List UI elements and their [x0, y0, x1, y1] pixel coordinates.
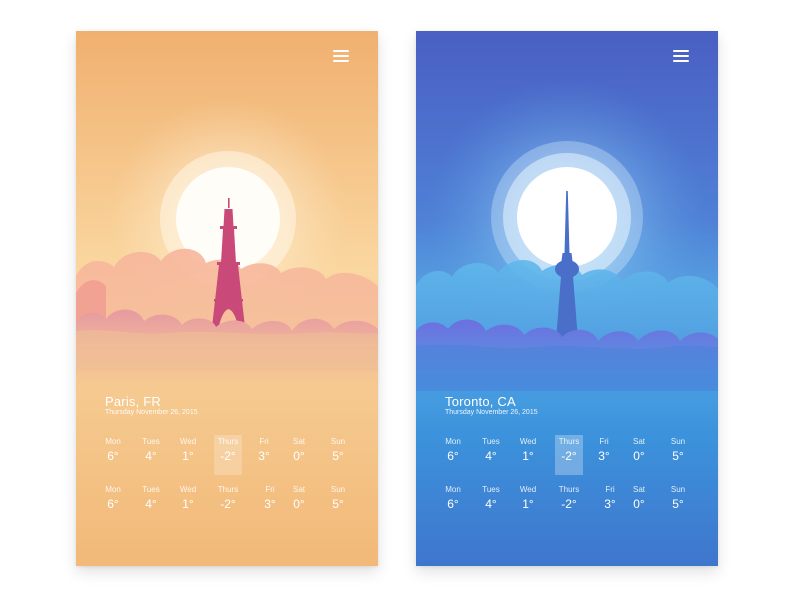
- day-label: Mon: [445, 437, 461, 446]
- day-label: Wed: [519, 485, 537, 494]
- forecast-day[interactable]: Wed 1°: [174, 483, 202, 517]
- day-label: Tues: [482, 437, 500, 446]
- day-label: Thurs: [558, 485, 580, 494]
- day-temperature: 4°: [145, 497, 157, 511]
- forecast-day[interactable]: Sat 0°: [625, 483, 653, 517]
- weather-card-paris: Paris, FR Thursday November 26, 2015 Mon…: [76, 31, 378, 566]
- day-temperature: 6°: [447, 449, 459, 463]
- forecast-day[interactable]: Mon 6°: [99, 435, 127, 475]
- day-temperature: 1°: [522, 449, 534, 463]
- day-label: Mon: [445, 485, 461, 494]
- day-label: Wed: [179, 437, 197, 446]
- day-temperature: 1°: [522, 497, 534, 511]
- day-temperature: 1°: [182, 449, 194, 463]
- forecast-day[interactable]: Sat 0°: [625, 435, 653, 475]
- forecast-day[interactable]: Fri 3°: [590, 435, 618, 475]
- day-temperature: -2°: [561, 497, 577, 511]
- day-temperature: 0°: [293, 449, 305, 463]
- day-label: Sat: [292, 485, 305, 494]
- forecast-day[interactable]: Sun 5°: [324, 483, 352, 517]
- day-temperature: 6°: [447, 497, 459, 511]
- day-label: Sun: [670, 485, 686, 494]
- day-temperature: 4°: [485, 497, 497, 511]
- day-temperature: -2°: [561, 449, 577, 463]
- forecast-day[interactable]: Mon 6°: [439, 435, 467, 475]
- day-temperature: 5°: [332, 497, 344, 511]
- menu-button[interactable]: [666, 47, 696, 67]
- forecast-day[interactable]: Thurs -2°: [214, 483, 242, 517]
- forecast-day[interactable]: Sat 0°: [285, 483, 313, 517]
- day-temperature: 0°: [633, 497, 645, 511]
- day-label: Mon: [105, 437, 121, 446]
- current-date: Thursday November 26, 2015: [105, 409, 198, 416]
- day-temperature: 5°: [672, 497, 684, 511]
- day-temperature: 3°: [264, 497, 276, 511]
- day-label: Tues: [142, 485, 160, 494]
- day-label: Thurs: [217, 485, 239, 494]
- forecast-day[interactable]: Mon 6°: [99, 483, 127, 517]
- day-temperature: 6°: [107, 497, 119, 511]
- day-temperature: 1°: [182, 497, 194, 511]
- day-temperature: -2°: [220, 497, 236, 511]
- forecast-day-selected[interactable]: Thurs -2°: [214, 435, 242, 475]
- day-temperature: 0°: [293, 497, 305, 511]
- day-label: Sat: [292, 437, 305, 446]
- day-label: Sat: [632, 437, 645, 446]
- day-temperature: 6°: [107, 449, 119, 463]
- day-label: Fri: [605, 485, 615, 494]
- day-label: Sun: [330, 485, 346, 494]
- weather-card-toronto: Toronto, CA Thursday November 26, 2015 M…: [416, 31, 718, 566]
- forecast-day[interactable]: Tues 4°: [477, 483, 505, 517]
- menu-button[interactable]: [326, 47, 356, 67]
- forecast-day[interactable]: Sun 5°: [664, 483, 692, 517]
- forecast-day[interactable]: Wed 1°: [174, 435, 202, 475]
- current-date: Thursday November 26, 2015: [445, 409, 538, 416]
- city-name: Toronto, CA: [445, 394, 516, 409]
- day-temperature: 3°: [604, 497, 616, 511]
- forecast-day[interactable]: Mon 6°: [439, 483, 467, 517]
- forecast-day[interactable]: Sun 5°: [324, 435, 352, 475]
- day-temperature: 0°: [633, 449, 645, 463]
- day-temperature: -2°: [220, 449, 236, 463]
- day-temperature: 3°: [598, 449, 610, 463]
- day-label: Fri: [265, 485, 275, 494]
- day-label: Wed: [179, 485, 197, 494]
- day-label: Mon: [105, 485, 121, 494]
- forecast-day[interactable]: Tues 4°: [477, 435, 505, 475]
- day-temperature: 4°: [485, 449, 497, 463]
- day-label: Thurs: [217, 437, 239, 446]
- forecast-day[interactable]: Sat 0°: [285, 435, 313, 475]
- day-label: Tues: [482, 485, 500, 494]
- day-label: Sun: [670, 437, 686, 446]
- day-label: Fri: [599, 437, 609, 446]
- hamburger-menu-icon: [333, 50, 349, 52]
- forecast-day-selected[interactable]: Thurs -2°: [555, 435, 583, 475]
- forecast-day[interactable]: Fri 3°: [250, 435, 278, 475]
- forecast-day[interactable]: Fri 3°: [596, 483, 624, 517]
- forecast-day[interactable]: Sun 5°: [664, 435, 692, 475]
- forecast-day[interactable]: Thurs -2°: [555, 483, 583, 517]
- forecast-day[interactable]: Fri 3°: [256, 483, 284, 517]
- day-temperature: 5°: [332, 449, 344, 463]
- forecast-day[interactable]: Wed 1°: [514, 483, 542, 517]
- day-label: Thurs: [558, 437, 580, 446]
- day-label: Fri: [259, 437, 269, 446]
- city-name: Paris, FR: [105, 394, 161, 409]
- forecast-day[interactable]: Tues 4°: [137, 435, 165, 475]
- day-label: Sat: [632, 485, 645, 494]
- forecast-day[interactable]: Tues 4°: [137, 483, 165, 517]
- day-temperature: 5°: [672, 449, 684, 463]
- hamburger-menu-icon: [673, 50, 689, 52]
- day-label: Sun: [330, 437, 346, 446]
- day-temperature: 4°: [145, 449, 157, 463]
- day-temperature: 3°: [258, 449, 270, 463]
- day-label: Tues: [142, 437, 160, 446]
- forecast-day[interactable]: Wed 1°: [514, 435, 542, 475]
- day-label: Wed: [519, 437, 537, 446]
